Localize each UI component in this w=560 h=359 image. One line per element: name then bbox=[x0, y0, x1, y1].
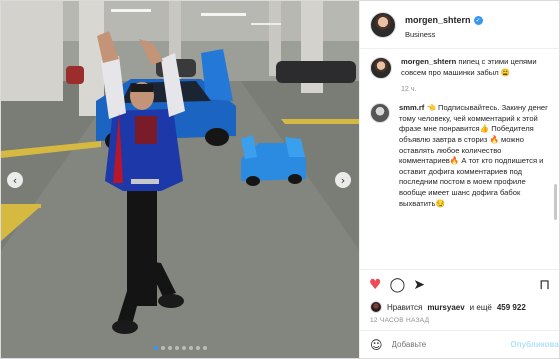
instagram-post: ‹ › morgen_shtern ✓ Business morgen_shte… bbox=[0, 0, 560, 359]
author-avatar[interactable] bbox=[370, 11, 396, 38]
likes-row: Нравится mursyaev и ещё 459 922 bbox=[360, 299, 559, 315]
likes-count[interactable]: 459 922 bbox=[497, 303, 526, 312]
liker-username[interactable]: mursyaev bbox=[427, 303, 464, 312]
post-timestamp[interactable]: 12 ЧАСОВ НАЗАД bbox=[360, 315, 559, 330]
chevron-right-icon[interactable]: › bbox=[335, 172, 351, 188]
author-subtitle: Business bbox=[405, 30, 436, 39]
carousel-dot bbox=[195, 346, 200, 350]
comment-username[interactable]: smm.rf bbox=[399, 103, 424, 112]
author-username[interactable]: morgen_shtern ✓ bbox=[405, 15, 483, 25]
carousel-dot bbox=[160, 346, 165, 350]
author-info: morgen_shtern ✓ Business bbox=[405, 10, 483, 39]
likes-prefix: Нравится bbox=[387, 302, 423, 312]
carousel-dot bbox=[153, 346, 158, 350]
comments-list[interactable]: morgen_shtern пипец с этими цепями совсе… bbox=[360, 49, 559, 269]
caption-time: 12 ч. bbox=[401, 86, 417, 94]
bookmark-icon[interactable]: ⊓ bbox=[539, 278, 550, 292]
caption-username[interactable]: morgen_shtern bbox=[401, 57, 456, 66]
carousel-dots bbox=[1, 346, 359, 350]
carousel-dot bbox=[167, 346, 172, 350]
carousel-dot bbox=[202, 346, 207, 350]
share-icon[interactable]: ➤ bbox=[413, 278, 425, 292]
action-bar: ♥ ◯ ➤ ⊓ bbox=[360, 269, 559, 299]
caption-text-block: morgen_shtern пипец с этими цепями совсе… bbox=[401, 57, 549, 78]
add-comment-bar: ☺ Опубликовать bbox=[360, 330, 560, 358]
post-header: morgen_shtern ✓ Business bbox=[360, 1, 559, 49]
chevron-left-icon[interactable]: ‹ bbox=[7, 172, 23, 188]
comment-text-block: smm.rf 👈 Подписывайтесь. Закину денег то… bbox=[399, 103, 549, 209]
photo-scene bbox=[1, 1, 359, 358]
liker-avatar[interactable] bbox=[370, 301, 382, 313]
caption-avatar[interactable] bbox=[370, 57, 392, 79]
publish-button[interactable]: Опубликовать bbox=[511, 340, 560, 349]
heart-icon[interactable]: ♥ bbox=[369, 278, 382, 292]
author-username-text[interactable]: morgen_shtern bbox=[405, 15, 471, 25]
carousel-dot bbox=[174, 346, 179, 350]
comment-item: smm.rf 👈 Подписывайтесь. Закину денег то… bbox=[370, 103, 549, 209]
post-side-panel: morgen_shtern ✓ Business morgen_shtern п… bbox=[359, 1, 560, 358]
commenter-avatar[interactable] bbox=[370, 103, 390, 124]
comments-scrollbar[interactable] bbox=[554, 184, 557, 220]
comment-input[interactable] bbox=[391, 340, 502, 349]
verified-badge-icon: ✓ bbox=[473, 15, 483, 25]
likes-middle: и ещё bbox=[469, 302, 492, 312]
carousel-dot bbox=[181, 346, 186, 350]
emoji-icon[interactable]: ☺ bbox=[370, 338, 383, 352]
carousel-dot bbox=[188, 346, 193, 350]
caption: morgen_shtern пипец с этими цепями совсе… bbox=[370, 57, 549, 93]
comment-icon[interactable]: ◯ bbox=[390, 278, 406, 292]
post-photo[interactable]: ‹ › bbox=[1, 1, 359, 358]
comment-text: 👈 Подписывайтесь. Закину денег тому чело… bbox=[399, 103, 548, 208]
